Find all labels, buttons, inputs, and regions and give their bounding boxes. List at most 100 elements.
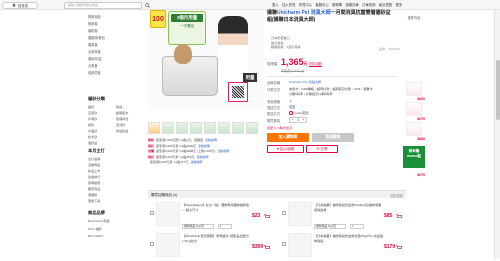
attr-brand-link[interactable]: Unicharm Pet 消臭大師 [289, 80, 321, 84]
sidebar-cat[interactable]: 天然砂 [116, 122, 125, 127]
addon-checkbox[interactable] [282, 211, 286, 215]
sidebar-cat[interactable]: 環保材質 [116, 116, 128, 121]
addon-qty[interactable]: 1 [218, 224, 232, 229]
scrollbar-thumb[interactable] [496, 60, 500, 120]
sidebar-brand[interactable]: DR.GLEFY [88, 234, 103, 238]
thumbnail[interactable] [162, 122, 174, 134]
sidebar-promo[interactable]: 新品上市 [88, 168, 100, 173]
qr-code [228, 82, 248, 102]
sidebar-promo[interactable]: 主打品牌 [88, 156, 100, 161]
qty-minus-icon[interactable]: − [292, 118, 294, 122]
top-link-member[interactable]: 會員中心 [299, 2, 312, 7]
search-input[interactable]: 請輸入關鍵字搜尋商品 [64, 1, 142, 9]
rail-product-image[interactable] [406, 122, 422, 136]
sidebar-item[interactable]: 狗狗用品 [88, 14, 145, 19]
sidebar-cat[interactable]: 水晶砂 [88, 128, 97, 133]
rail-banner[interactable]: 跨年購 momo點 [403, 146, 425, 168]
sidebar-cat[interactable]: 除臭 [116, 104, 122, 109]
sidebar-item[interactable]: 貓砂/砂盆 [88, 56, 145, 61]
addon-checkbox[interactable] [150, 211, 154, 215]
sidebar-section-title: 商品品牌 [88, 210, 105, 215]
rail-price: $279 [417, 173, 425, 177]
thumbnail[interactable] [190, 122, 202, 134]
sidebar-brand[interactable]: KCG 貓砂 [88, 226, 102, 231]
badge-100: 100 [150, 10, 166, 28]
product-main-image[interactable]: 100 3個月用量 一次購足 用量 [148, 10, 263, 110]
sidebar-promo[interactable]: 熱賣排行 [88, 174, 100, 179]
addon-spec-select[interactable]: 寵物用品 1kg/包 [182, 224, 214, 229]
top-link-recent[interactable]: 最近瀏覽 [379, 2, 392, 7]
top-link-orders[interactable]: 訂單查詢 [362, 2, 375, 7]
sidebar-cat[interactable]: 貓砂盆 [88, 140, 97, 145]
title-brand[interactable]: Unicharm Pet 消臭大師 [277, 10, 331, 16]
top-link-track[interactable]: 追蹤清單 [346, 2, 359, 7]
cart-icon[interactable] [264, 214, 270, 219]
sidebar-item[interactable]: 保健營養 [88, 70, 145, 75]
addon-qty[interactable]: 1 [350, 224, 364, 229]
sidebar-cat[interactable]: 除臭砂盆 [116, 128, 128, 133]
offer-row: 單筆滿5,000元折 ms點777元 活動說明 [148, 160, 272, 166]
sidebar-item[interactable]: 貓罐頭/餐包 [88, 35, 145, 40]
sidebar-promo[interactable]: 限量下殺 [88, 198, 100, 203]
sidebar-cat[interactable]: 木屑砂 [88, 116, 97, 121]
price-note-link[interactable]: 折扣活動 [309, 61, 322, 66]
addon-image[interactable] [156, 233, 180, 257]
addon-title[interactable]: 【HappyMama】好大一點！寵物專用寵物貓抓板 — 超大尺寸 [182, 203, 252, 212]
cart-icon[interactable] [264, 245, 270, 250]
top-link-register[interactable]: 加入會員 [282, 2, 295, 7]
addon-title[interactable]: 【ADVANCE 愛德萊斯】狗專屬方 (絕對品質配方 1.5kg)幼犬 [182, 234, 252, 243]
sidebar-cat[interactable]: 超級吸水 [116, 110, 128, 115]
addon-title[interactable]: 【日本礦業】貓咪除臭去臭膏3(100g/包)貓咪保養用除臭膏 [314, 203, 384, 212]
addon-checkbox[interactable] [150, 242, 154, 246]
addon-title[interactable]: 【日本礦業】貓咪除臭去臭膏包裝(80g)*5入中盒貓咪除臭 [314, 234, 384, 243]
sidebar-item[interactable]: 貓乾糧 [88, 28, 145, 33]
qty-plus-icon[interactable]: + [303, 118, 305, 122]
sidebar-cat[interactable]: 松木砂 [88, 134, 97, 139]
cart-icon[interactable] [396, 214, 402, 219]
share-button[interactable]: ✉ 分享 [306, 145, 338, 153]
page-scrollbar[interactable] [494, 10, 500, 259]
thumbnail[interactable] [204, 122, 216, 134]
thumbnail[interactable] [232, 122, 244, 134]
top-link-more[interactable]: 更多 [396, 2, 403, 7]
home-button[interactable]: 回首頁 [2, 1, 38, 9]
thumbnail[interactable] [176, 122, 188, 134]
sidebar-item[interactable]: 犬零食 [88, 63, 145, 68]
thumbnail[interactable] [246, 122, 258, 134]
sidebar-promo[interactable]: 滿額贈 [88, 192, 97, 197]
sidebar-brand[interactable]: EverClean 藍鑽 [88, 218, 110, 223]
sidebar-promo[interactable]: 活動專區 [88, 162, 100, 167]
sidebar-cat[interactable]: 紙砂 [88, 122, 94, 127]
track-button[interactable]: ♥ 加入追蹤 [267, 145, 304, 153]
offer-link[interactable]: 活動說明 [190, 160, 202, 166]
sidebar-promo[interactable]: 限時優惠 [88, 180, 100, 185]
attr-delivery[interactable]: momo宅配 [289, 111, 308, 115]
sidebar-cat[interactable]: 礦砂 [88, 104, 94, 109]
thumbnail[interactable] [218, 122, 230, 134]
back-to-top-link[interactable]: 回到頂部 [390, 193, 403, 198]
sidebar-cat[interactable]: 豆腐砂 [88, 110, 97, 115]
top-link-cart[interactable]: 購物車 [332, 2, 342, 7]
sidebar-item[interactable]: 狗乾糧 [88, 21, 145, 26]
search-button[interactable] [143, 2, 151, 9]
price-value: 1,365元 [281, 57, 308, 67]
addon-spec-select[interactable]: 寵物用品 1kg/包 [314, 224, 346, 229]
thumbnail[interactable] [148, 122, 160, 134]
offer-link[interactable]: 活動說明 [217, 149, 229, 155]
addon-image[interactable] [288, 202, 312, 226]
sidebar-promo[interactable]: 獨家商品 [88, 186, 100, 191]
cart-icon[interactable] [396, 245, 402, 250]
top-link-login[interactable]: 登入 [272, 2, 279, 7]
buy-now-button[interactable]: 直接購買 [312, 133, 354, 142]
addon-checkbox[interactable] [282, 242, 286, 246]
add-to-cart-button[interactable]: 加入購物車 [267, 133, 309, 142]
attr-spec[interactable]: 小 [289, 99, 292, 103]
rail-product-image[interactable] [406, 102, 422, 116]
top-link-service[interactable]: 客服中心 [315, 2, 328, 7]
quantity-stepper[interactable]: − 1 + [289, 117, 307, 123]
sidebar-item[interactable]: 犬用零食 [88, 49, 145, 54]
sidebar-item[interactable]: 貓零食 [88, 42, 145, 47]
addon-image[interactable] [288, 233, 312, 257]
addon-image[interactable] [156, 202, 180, 226]
rail-product-image[interactable] [406, 82, 422, 96]
